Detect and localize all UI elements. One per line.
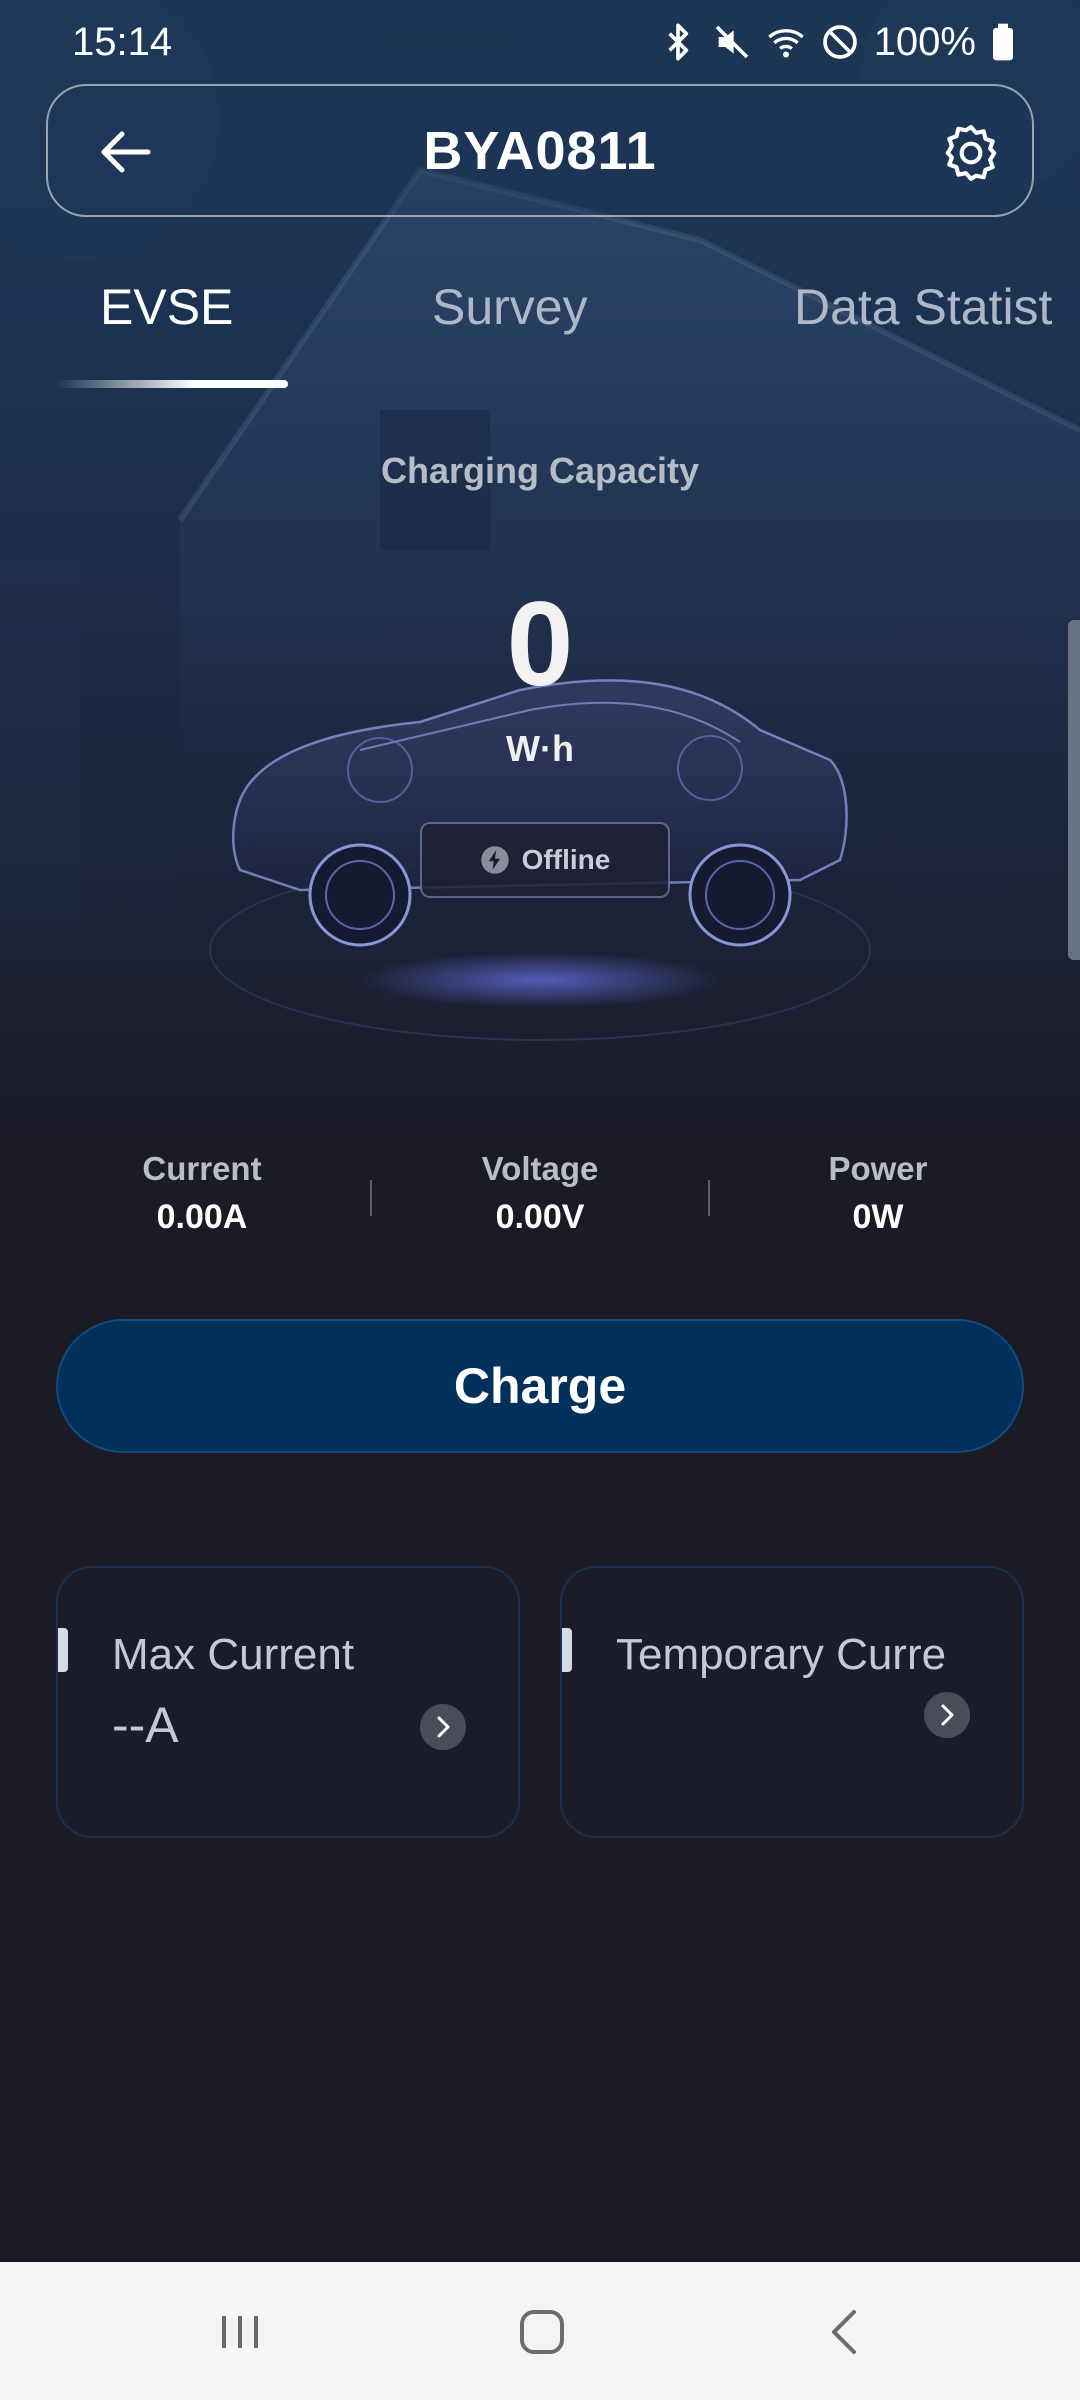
metric-voltage: Voltage 0.00V [370,1150,710,1237]
metric-value: 0.00A [156,1198,248,1236]
card-title: Max Current [112,1630,355,1679]
mute-icon [715,25,748,59]
status-icons: 100% [658,18,1016,66]
bluetooth-icon [668,23,688,61]
card-accent-bar [58,1628,68,1672]
header-card: BYA0811 [46,84,1034,217]
capacity-value: 0 [506,577,574,711]
max-current-card[interactable]: Max Current --A [56,1566,520,1838]
back-icon[interactable] [816,2302,876,2362]
active-tab-indicator [56,380,288,388]
system-nav-bar [0,2262,1080,2400]
tab-survey[interactable]: Survey [432,278,588,336]
side-scroll-handle[interactable] [1068,620,1080,960]
screen: 15:14 100% BYA0811 EVSE Survey Data Stat… [0,0,1080,2400]
tab-bar: EVSE Survey Data Statist [0,270,1080,390]
charger-status-text: Offline [521,844,611,875]
wifi-icon [767,29,804,58]
charge-button[interactable]: Charge [56,1319,1024,1453]
capacity-unit: W·h [506,728,574,769]
metric-label: Power [828,1150,928,1187]
battery-percentage: 100% [873,19,976,64]
metric-current: Current 0.00A [32,1150,372,1237]
metric-label: Voltage [481,1150,599,1187]
card-title: Temporary Curre [616,1630,947,1679]
card-value: --A [112,1697,179,1753]
status-bar: 15:14 100% [0,0,1080,84]
recent-apps-icon[interactable] [210,2302,270,2362]
tab-data-statistics[interactable]: Data Statist [794,278,1052,336]
temporary-current-card[interactable]: Temporary Curre [560,1566,1024,1838]
do-not-disturb-icon [822,25,857,59]
metric-power: Power 0W [708,1150,1048,1237]
metric-value: 0W [852,1198,904,1236]
card-accent-bar [562,1628,572,1672]
charger-status-badge: Offline [420,822,670,898]
gear-icon[interactable] [940,122,1002,184]
chevron-right-icon[interactable] [924,1692,970,1738]
metric-value: 0.00V [495,1198,585,1236]
chevron-right-icon[interactable] [420,1704,466,1750]
status-time: 15:14 [72,20,173,64]
capacity-label: Charging Capacity [380,450,700,491]
metrics-row: Current 0.00A Voltage 0.00V Power 0W [0,1150,1080,1250]
home-icon[interactable] [512,2302,572,2362]
device-title: BYA0811 [423,121,657,181]
metric-label: Current [142,1150,262,1187]
tab-evse[interactable]: EVSE [100,278,233,336]
lightning-icon [480,846,509,874]
battery-icon [993,23,1013,61]
charge-button-label: Charge [453,1358,627,1414]
